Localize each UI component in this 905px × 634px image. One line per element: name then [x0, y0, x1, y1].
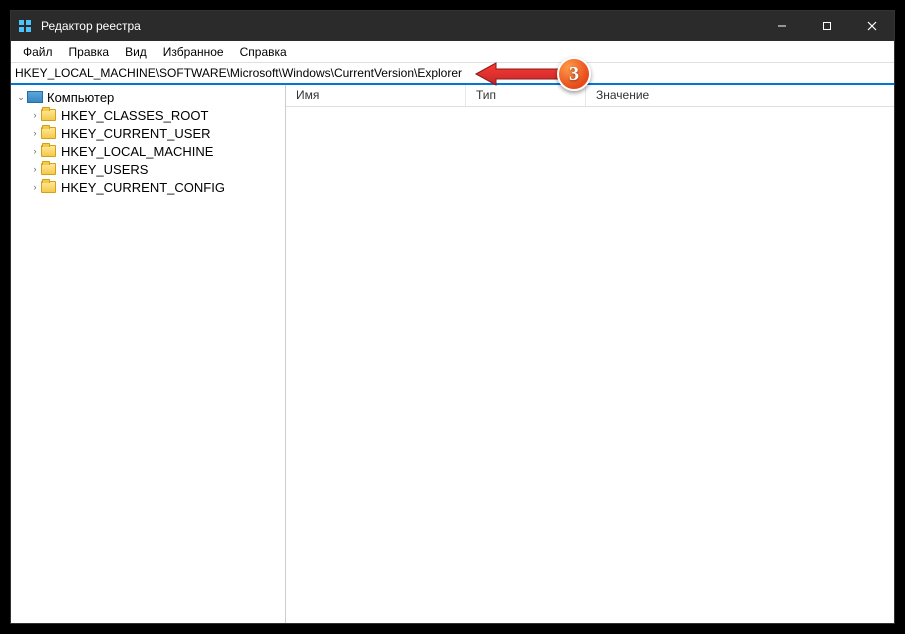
expander-icon[interactable]: › [29, 146, 41, 156]
menubar: Файл Правка Вид Избранное Справка [11, 41, 894, 63]
titlebar: Редактор реестра [11, 11, 894, 41]
tree-pane[interactable]: ⌄ Компьютер › HKEY_CLASSES_ROOT › HKEY_C… [11, 85, 286, 623]
close-button[interactable] [849, 11, 894, 41]
list-pane[interactable]: Имя Тип Значение [286, 85, 894, 623]
tree-root[interactable]: ⌄ Компьютер [11, 88, 285, 106]
content-area: ⌄ Компьютер › HKEY_CLASSES_ROOT › HKEY_C… [11, 85, 894, 623]
window-controls [759, 11, 894, 41]
tree-item-hku[interactable]: › HKEY_USERS [11, 160, 285, 178]
column-value[interactable]: Значение [586, 85, 894, 106]
app-window: Редактор реестра Файл Правка Вид Избранн… [10, 10, 895, 624]
menu-favorites[interactable]: Избранное [155, 43, 232, 61]
tree-item-label: HKEY_CURRENT_CONFIG [61, 180, 225, 195]
folder-icon [41, 181, 56, 193]
tree-item-label: HKEY_CLASSES_ROOT [61, 108, 208, 123]
column-name[interactable]: Имя [286, 85, 466, 106]
menu-edit[interactable]: Правка [61, 43, 118, 61]
expander-icon[interactable]: › [29, 128, 41, 138]
computer-icon [27, 91, 43, 103]
menu-view[interactable]: Вид [117, 43, 155, 61]
folder-icon [41, 145, 56, 157]
tree-item-hklm[interactable]: › HKEY_LOCAL_MACHINE [11, 142, 285, 160]
folder-icon [41, 109, 56, 121]
address-bar: 3 [11, 63, 894, 85]
folder-icon [41, 163, 56, 175]
address-input[interactable] [15, 66, 894, 80]
tree-item-label: HKEY_LOCAL_MACHINE [61, 144, 213, 159]
column-type[interactable]: Тип [466, 85, 586, 106]
tree-item-label: HKEY_USERS [61, 162, 148, 177]
menu-file[interactable]: Файл [15, 43, 61, 61]
folder-icon [41, 127, 56, 139]
expander-icon[interactable]: ⌄ [15, 92, 27, 103]
tree-item-hkcr[interactable]: › HKEY_CLASSES_ROOT [11, 106, 285, 124]
tree-item-label: HKEY_CURRENT_USER [61, 126, 211, 141]
expander-icon[interactable]: › [29, 164, 41, 174]
tree-root-label: Компьютер [47, 90, 114, 105]
minimize-button[interactable] [759, 11, 804, 41]
expander-icon[interactable]: › [29, 110, 41, 120]
tree-item-hkcc[interactable]: › HKEY_CURRENT_CONFIG [11, 178, 285, 196]
list-header: Имя Тип Значение [286, 85, 894, 107]
maximize-button[interactable] [804, 11, 849, 41]
expander-icon[interactable]: › [29, 182, 41, 192]
app-icon [17, 18, 33, 34]
menu-help[interactable]: Справка [232, 43, 295, 61]
tree-item-hkcu[interactable]: › HKEY_CURRENT_USER [11, 124, 285, 142]
window-title: Редактор реестра [41, 19, 759, 33]
